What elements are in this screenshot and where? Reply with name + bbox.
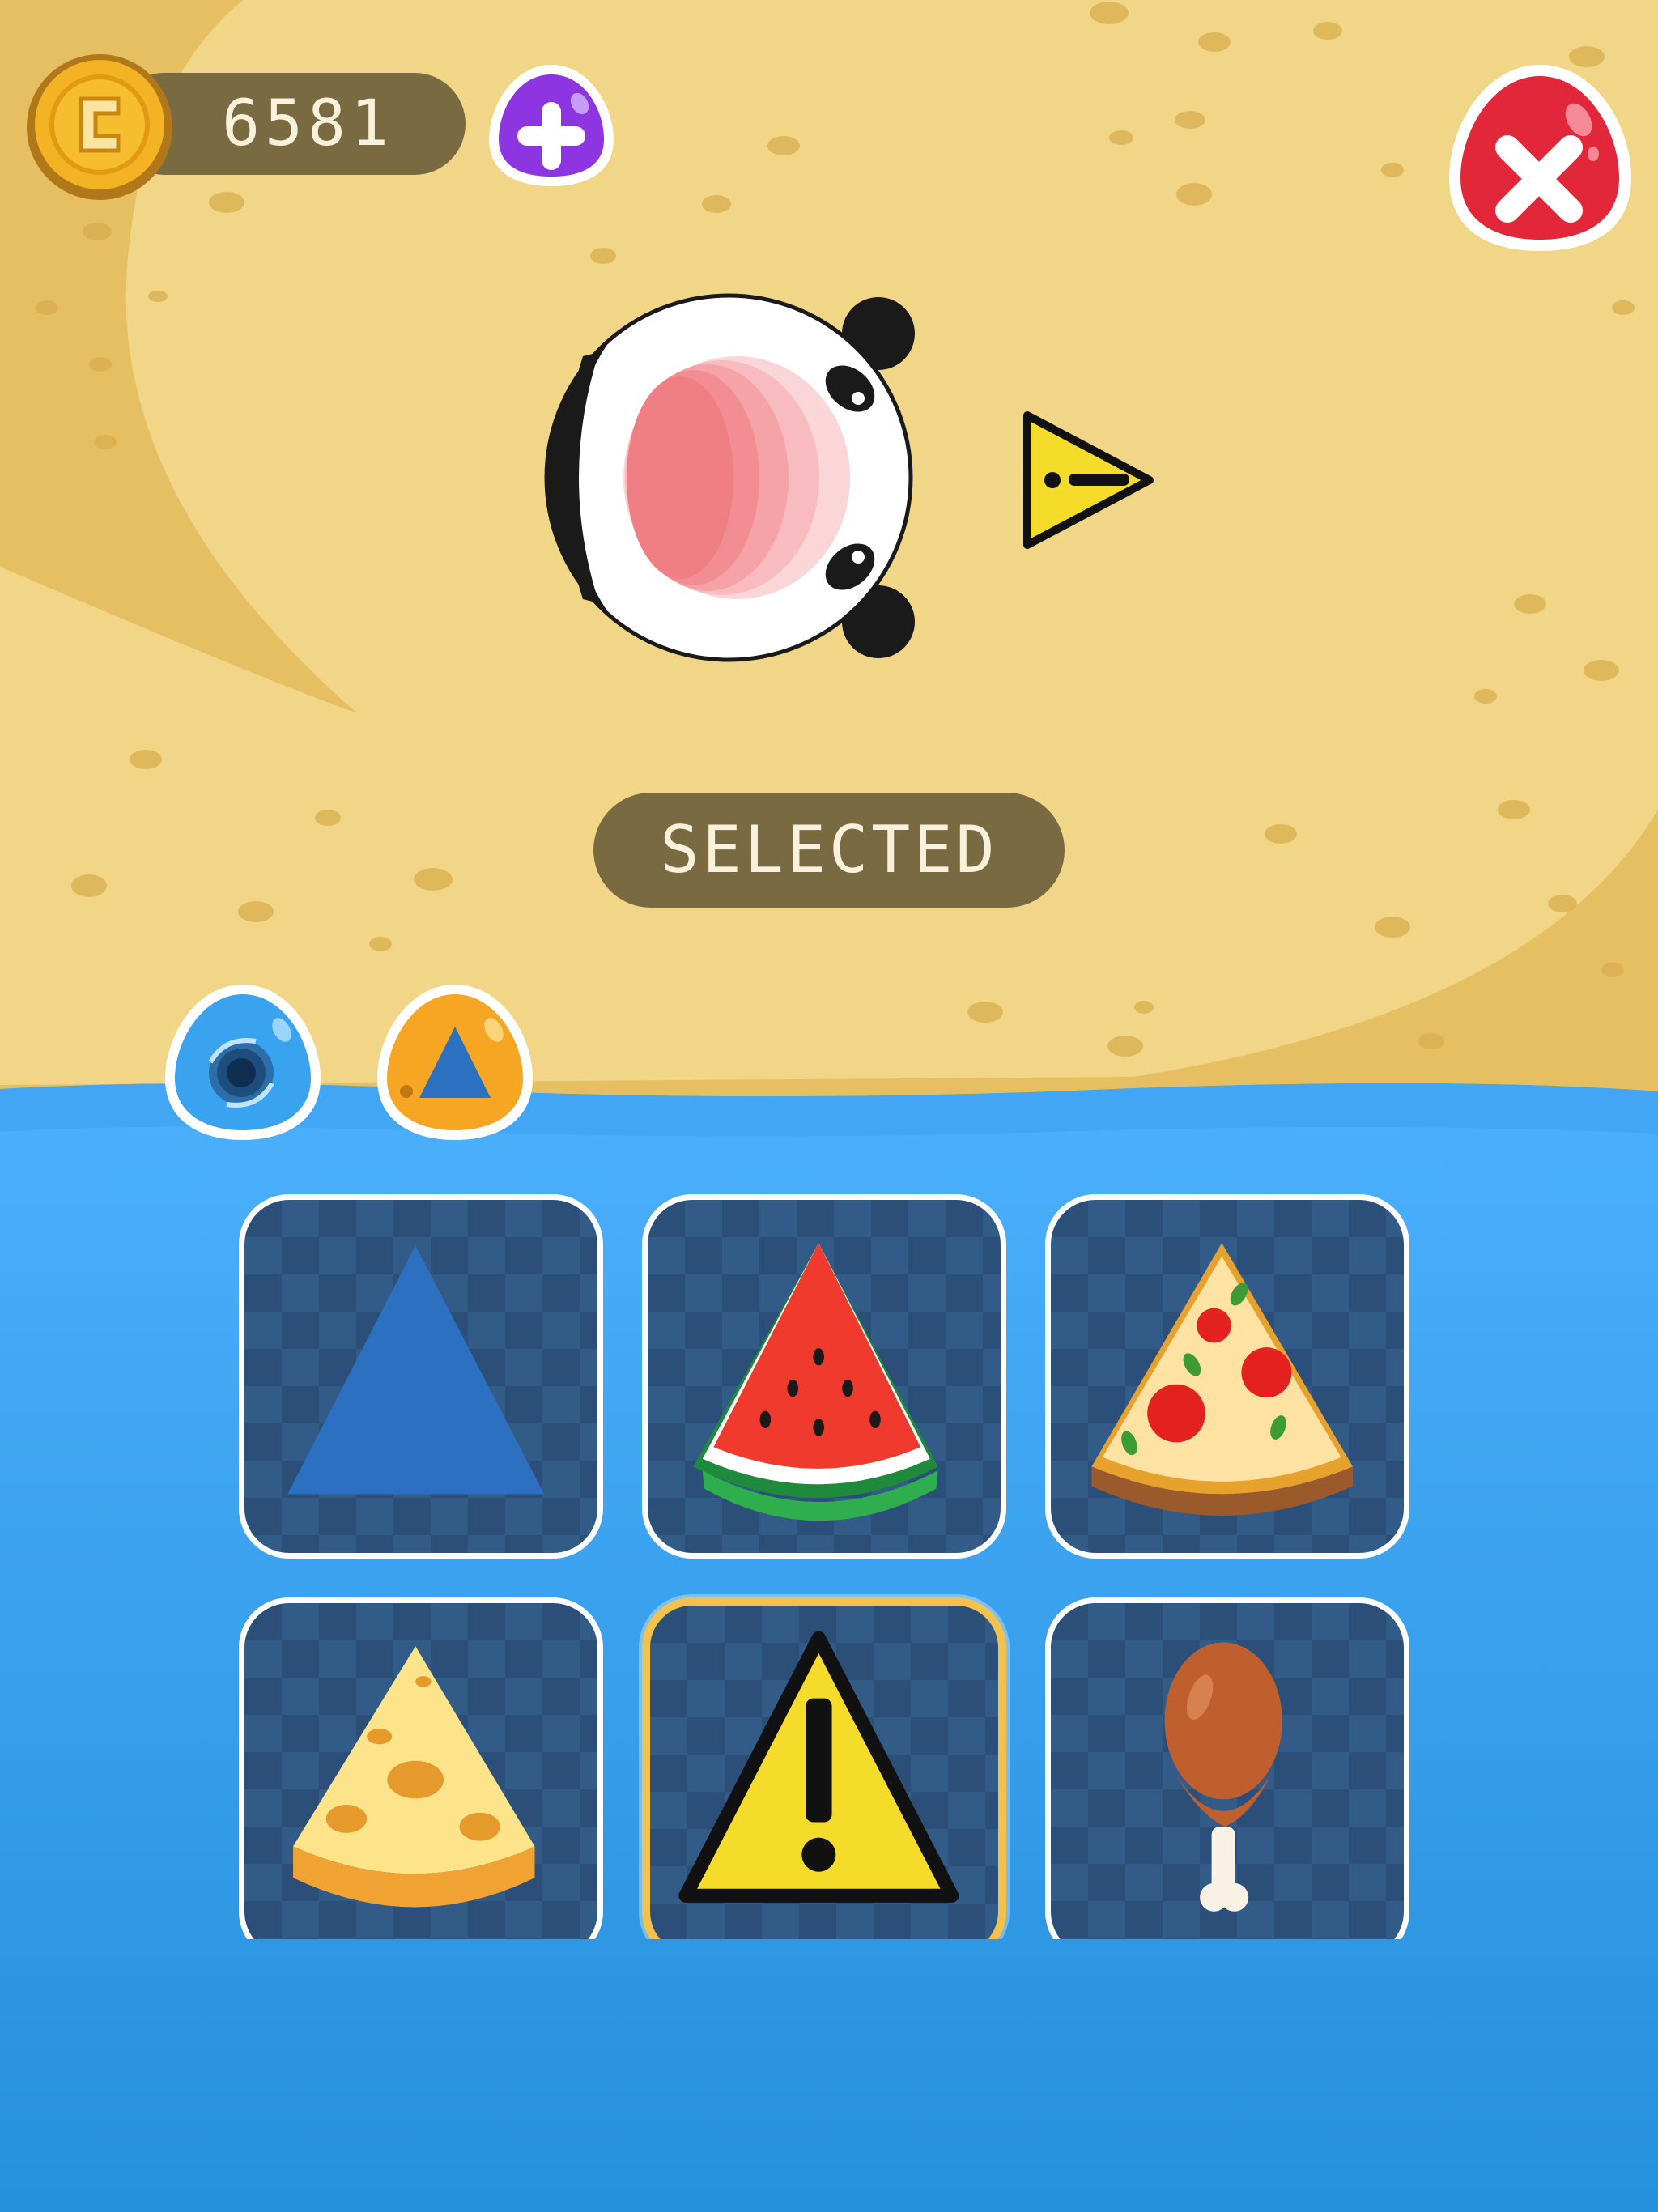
hole-icon: [165, 985, 321, 1140]
item-grid: [239, 1194, 1421, 1939]
close-icon: [1449, 65, 1631, 251]
pizza-icon: [1091, 1243, 1354, 1516]
tab-holes[interactable]: [160, 980, 326, 1146]
tab-shapes[interactable]: [372, 980, 538, 1146]
chicken-leg-icon: [1164, 1642, 1282, 1912]
panda-hole-character: [534, 283, 923, 672]
item-chicken-leg[interactable]: [1045, 1597, 1409, 1939]
watermelon-icon: [693, 1243, 938, 1521]
item-blue-triangle[interactable]: [239, 1194, 603, 1559]
warning-icon: [678, 1631, 959, 1903]
cheese-icon: [293, 1646, 535, 1908]
item-watermelon[interactable]: [642, 1194, 1006, 1559]
triangle-icon: [287, 1245, 545, 1495]
plus-icon: [489, 65, 614, 186]
triangle-icon: [377, 985, 533, 1140]
coin-balance-value: 6581: [222, 87, 393, 160]
selected-badge[interactable]: SELECTED: [593, 793, 1065, 908]
close-button[interactable]: [1441, 57, 1639, 257]
item-warning-sign[interactable]: [642, 1597, 1006, 1939]
add-coins-button[interactable]: [484, 58, 619, 191]
item-cheese[interactable]: [239, 1597, 603, 1939]
warning-sign-pointer: [1016, 409, 1158, 551]
item-pizza[interactable]: [1045, 1194, 1409, 1559]
coin-icon: [23, 50, 176, 204]
